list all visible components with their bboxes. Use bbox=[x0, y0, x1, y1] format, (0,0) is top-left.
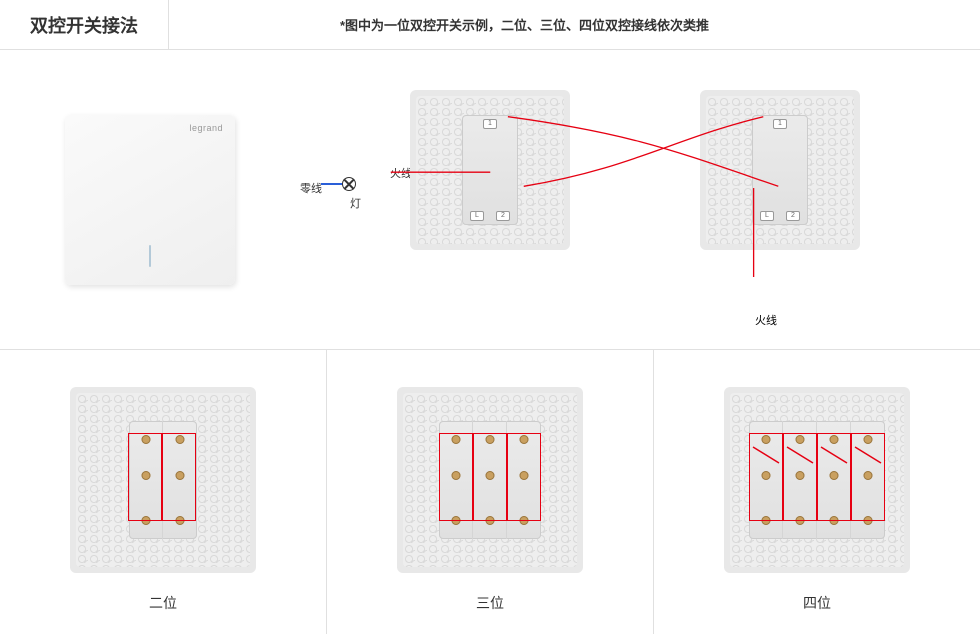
variant-label: 三位 bbox=[476, 593, 504, 613]
variant-label: 二位 bbox=[149, 593, 177, 613]
terminal-L: L bbox=[470, 211, 484, 221]
lamp-symbol bbox=[342, 177, 356, 191]
page: 双控开关接法 *图中为一位双控开关示例，二位、三位、四位双控接线依次类推 leg… bbox=[0, 0, 980, 634]
page-subtitle: *图中为一位双控开关示例，二位、三位、四位双控接线依次类推 bbox=[169, 15, 980, 34]
terminal-1: 1 bbox=[773, 119, 787, 129]
switch-back-primary: 1 L 2 bbox=[410, 90, 570, 250]
terminal-2: 2 bbox=[786, 211, 800, 221]
switch-back-4gang bbox=[724, 387, 910, 573]
switch-back-secondary: 1 L 2 bbox=[700, 90, 860, 250]
variant-label: 四位 bbox=[803, 593, 831, 613]
switch-back-2gang bbox=[70, 387, 256, 573]
switch-back-3gang bbox=[397, 387, 583, 573]
wiring-diagram-row: legrand 零线 灯 火线 1 L 2 bbox=[0, 50, 980, 350]
variant-two-gang: 二位 bbox=[0, 350, 327, 634]
variant-three-gang: 三位 bbox=[327, 350, 654, 634]
neutral-wire bbox=[321, 183, 343, 185]
wiring-svg bbox=[300, 85, 980, 314]
indicator-led bbox=[149, 245, 151, 267]
wiring-area: 零线 灯 火线 1 L 2 1 L 2 bbox=[300, 85, 980, 314]
variant-four-gang: 四位 bbox=[654, 350, 980, 634]
terminal-2: 2 bbox=[496, 211, 510, 221]
variants-row: 二位 三位 bbox=[0, 350, 980, 634]
neutral-label: 零线 bbox=[300, 180, 322, 196]
terminal-1: 1 bbox=[483, 119, 497, 129]
terminal-L: L bbox=[760, 211, 774, 221]
front-view-cell: legrand bbox=[0, 85, 300, 314]
lamp-label: 灯 bbox=[350, 195, 361, 211]
switch-front: legrand bbox=[65, 115, 235, 285]
live-wire-label-a: 火线 bbox=[390, 165, 412, 181]
page-title: 双控开关接法 bbox=[0, 0, 169, 49]
live-wire-label-b: 火线 bbox=[755, 312, 777, 328]
header: 双控开关接法 *图中为一位双控开关示例，二位、三位、四位双控接线依次类推 bbox=[0, 0, 980, 50]
brand-label: legrand bbox=[189, 123, 223, 133]
